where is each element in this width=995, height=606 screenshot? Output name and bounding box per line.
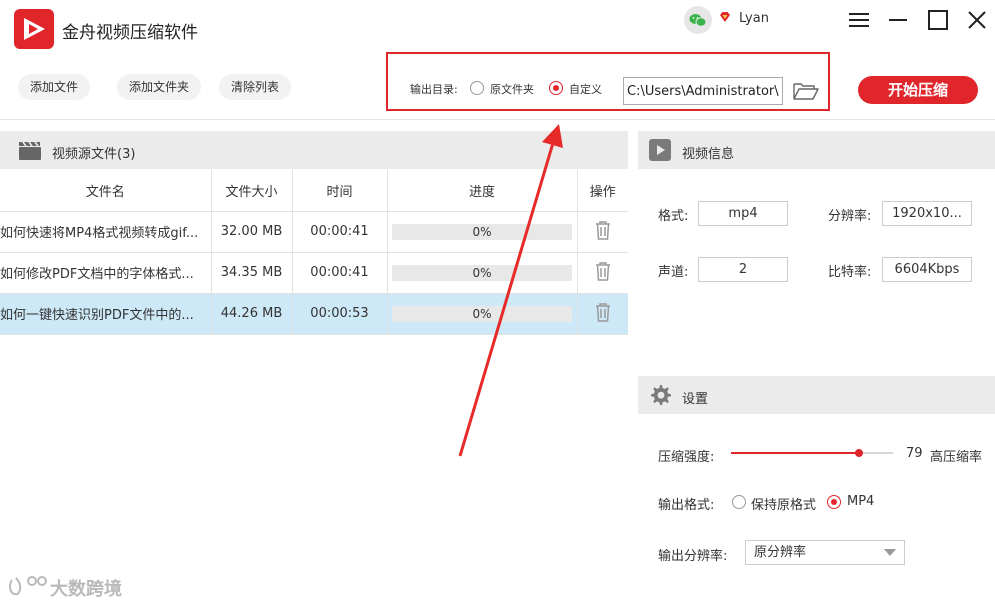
radio-custom-folder[interactable]	[549, 81, 563, 95]
video-clapper-icon	[19, 141, 41, 160]
trash-icon[interactable]	[594, 302, 612, 322]
radio-original-folder-label: 原文件夹	[490, 83, 534, 96]
source-files-title: 视频源文件(3)	[52, 147, 136, 162]
compress-strength-value: 79	[906, 446, 923, 461]
output-resolution-label: 输出分辨率:	[658, 549, 728, 564]
folder-open-icon[interactable]	[792, 79, 820, 103]
file-size-cell: 44.26 MB	[211, 293, 293, 335]
progress-cell: 0%	[387, 293, 578, 335]
output-resolution-select[interactable]: 原分辨率	[745, 540, 905, 565]
column-header: 进度	[387, 170, 578, 212]
trash-icon[interactable]	[594, 261, 612, 281]
format-label: 格式:	[658, 209, 689, 224]
progress-text: 0%	[472, 306, 492, 321]
resolution-label: 分辨率:	[828, 209, 872, 224]
table-row[interactable]: 如何修改PDF文档中的字体格式... 34.35 MB 00:00:41 0%	[0, 252, 628, 294]
app-title: 金舟视频压缩软件	[62, 23, 198, 43]
bitrate-value: 6604Kbps	[882, 257, 972, 282]
video-info-title: 视频信息	[682, 147, 735, 162]
channels-label: 声道:	[658, 265, 689, 280]
channels-value: 2	[698, 257, 788, 282]
wechat-icon[interactable]	[684, 6, 712, 34]
progress-bar: 0%	[392, 223, 572, 240]
progress-bar: 0%	[392, 264, 572, 281]
progress-cell: 0%	[387, 211, 578, 253]
table-header-row: 文件名 文件大小 时间 进度 操作	[0, 170, 628, 212]
action-cell	[577, 252, 628, 294]
action-cell	[577, 211, 628, 253]
add-file-button[interactable]: 添加文件	[18, 74, 91, 100]
column-header: 文件大小	[211, 170, 293, 212]
compress-strength-desc: 高压缩率	[930, 450, 983, 465]
output-resolution-value: 原分辨率	[754, 545, 807, 560]
progress-cell: 0%	[387, 252, 578, 294]
watermark-logo: 大数跨境	[9, 576, 122, 600]
radio-custom-folder-label: 自定义	[569, 83, 602, 96]
file-size-cell: 32.00 MB	[211, 211, 293, 253]
column-header: 时间	[292, 170, 388, 212]
clear-list-button[interactable]: 清除列表	[219, 74, 292, 100]
file-name-cell: 如何一键快速识别PDF文件中的...	[0, 293, 212, 335]
file-name-cell: 如何快速将MP4格式视频转成gif...	[0, 211, 212, 253]
watermark-text: 大数跨境	[50, 578, 122, 600]
file-name-cell: 如何修改PDF文档中的字体格式...	[0, 252, 212, 294]
username[interactable]: Lyan	[739, 11, 769, 26]
radio-original-folder[interactable]	[470, 81, 484, 95]
close-icon[interactable]	[963, 6, 991, 34]
table-row[interactable]: 如何一键快速识别PDF文件中的... 44.26 MB 00:00:53 0%	[0, 293, 628, 335]
format-value: mp4	[698, 201, 788, 226]
compress-strength-label: 压缩强度:	[658, 450, 715, 465]
slider-fill	[731, 452, 859, 454]
add-folder-button[interactable]: 添加文件夹	[117, 74, 202, 100]
compress-strength-slider[interactable]	[731, 449, 893, 457]
title-bar: 金舟视频压缩软件 Lyan	[0, 0, 995, 58]
output-format-label: 输出格式:	[658, 498, 715, 513]
trash-icon[interactable]	[594, 220, 612, 240]
radio-mp4-format[interactable]	[827, 495, 841, 509]
file-duration-cell: 00:00:41	[292, 252, 388, 294]
video-play-icon	[649, 139, 671, 161]
chevron-down-icon	[884, 549, 896, 556]
column-header: 文件名	[0, 170, 212, 212]
file-size-cell: 34.35 MB	[211, 252, 293, 294]
maximize-icon[interactable]	[924, 6, 952, 34]
column-header: 操作	[577, 170, 628, 212]
start-compress-button[interactable]: 开始压缩	[858, 76, 978, 104]
output-directory-label: 输出目录:	[410, 83, 458, 96]
file-duration-cell: 00:00:41	[292, 211, 388, 253]
table-row[interactable]: 如何快速将MP4格式视频转成gif... 32.00 MB 00:00:41 0…	[0, 211, 628, 253]
progress-text: 0%	[472, 224, 492, 239]
settings-title: 设置	[682, 392, 709, 407]
output-path-input[interactable]	[623, 77, 783, 105]
radio-keep-format-label: 保持原格式	[751, 498, 817, 513]
action-cell	[577, 293, 628, 335]
slider-handle[interactable]	[854, 449, 863, 457]
radio-mp4-format-label: MP4	[847, 494, 875, 509]
radio-keep-format[interactable]	[732, 495, 746, 509]
file-duration-cell: 00:00:53	[292, 293, 388, 335]
vip-diamond-icon	[720, 12, 730, 22]
progress-text: 0%	[472, 265, 492, 280]
app-logo-icon	[14, 9, 54, 49]
menu-icon[interactable]	[845, 6, 873, 34]
progress-bar: 0%	[392, 305, 572, 322]
gear-icon	[651, 385, 671, 405]
bitrate-label: 比特率:	[828, 265, 872, 280]
minimize-icon[interactable]	[884, 6, 912, 34]
file-table: 文件名 文件大小 时间 进度 操作 如何快速将MP4格式视频转成gif... 3…	[0, 170, 628, 335]
resolution-value: 1920x10...	[882, 201, 972, 226]
